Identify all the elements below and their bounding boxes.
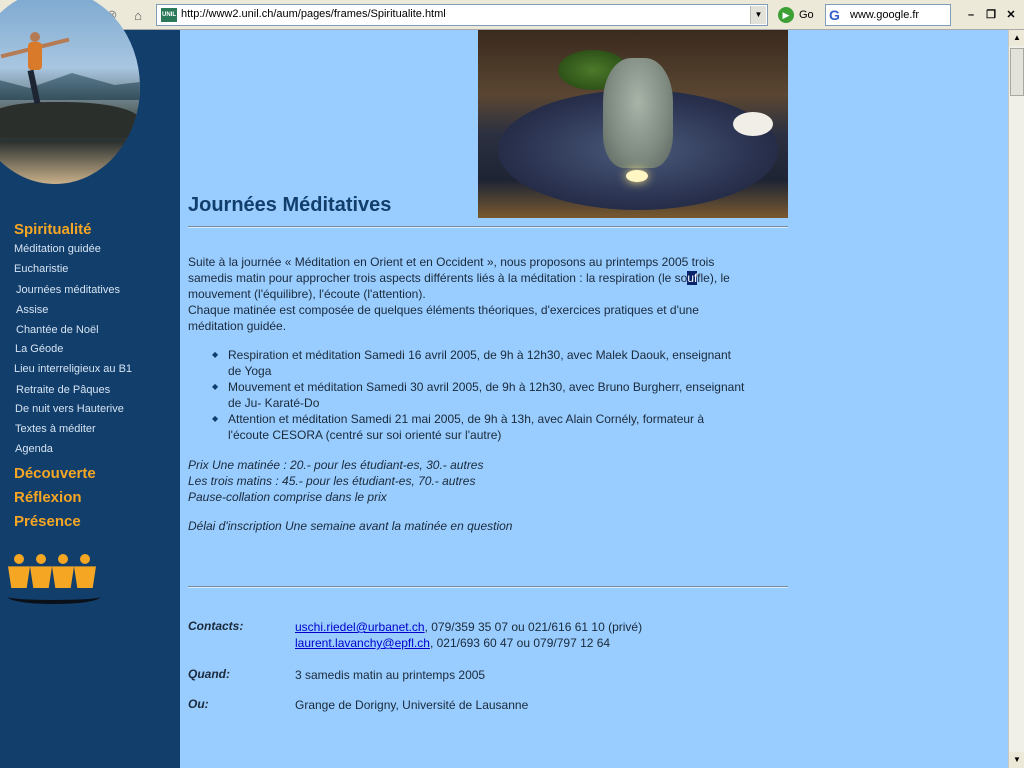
- search-box[interactable]: G www.google.fr: [825, 4, 951, 26]
- email-link[interactable]: laurent.lavanchy@epfl.ch: [295, 636, 430, 650]
- nav-section-decouverte[interactable]: Découverte: [14, 465, 96, 482]
- list-item: Attention et méditation Samedi 21 mai 20…: [210, 411, 790, 443]
- nav-section-spiritualite[interactable]: Spiritualité: [14, 221, 92, 238]
- browser-toolbar: ◀ ▼ ▶ ▼ ↻ ⊗ ⌂ UNIL http://www2.unil.ch/a…: [0, 0, 1024, 30]
- go-button[interactable]: ▶ Go: [778, 5, 814, 25]
- sidebar-item-meditation-guidee[interactable]: Méditation guidée: [14, 243, 101, 255]
- text-selection: uf: [687, 271, 698, 285]
- page-title: Journées Méditatives: [188, 194, 392, 216]
- site-favicon: UNIL: [161, 8, 177, 22]
- when-value: 3 samedis matin au printemps 2005: [295, 668, 486, 682]
- close-icon[interactable]: ✕: [1002, 7, 1020, 23]
- scroll-up-icon[interactable]: ▲: [1009, 30, 1024, 46]
- sidebar-item-chantee-de-noel[interactable]: Chantée de Noël: [16, 324, 99, 336]
- vertical-scrollbar[interactable]: ▲ ▼: [1008, 30, 1024, 768]
- go-icon: ▶: [778, 7, 794, 23]
- search-input[interactable]: www.google.fr: [850, 9, 919, 21]
- sidebar-item-journees-meditatives[interactable]: Journées méditatives: [16, 284, 120, 296]
- sidebar-item-lieu-interreligieux[interactable]: Lieu interreligieux au B1: [14, 363, 132, 375]
- chevron-down-icon[interactable]: ▼: [750, 6, 766, 24]
- sidebar: Spiritualité Méditation guidée Eucharist…: [0, 0, 180, 768]
- contacts-label: Contacts:: [188, 619, 244, 633]
- go-label: Go: [799, 9, 814, 21]
- intro-line: Suite à la journée « Méditation en Orien…: [188, 255, 715, 269]
- when-label: Quand:: [188, 667, 230, 681]
- nav-section-reflexion[interactable]: Réflexion: [14, 489, 82, 506]
- intro-paragraph: Suite à la journée « Méditation en Orien…: [188, 254, 788, 334]
- sidebar-item-agenda[interactable]: Agenda: [15, 443, 53, 455]
- intro-line: méditation guidée.: [188, 319, 287, 333]
- url-text[interactable]: http://www2.unil.ch/aum/pages/frames/Spi…: [181, 8, 446, 20]
- sidebar-item-textes-a-mediter[interactable]: Textes à méditer: [15, 423, 96, 435]
- deadline-info: Délai d'inscription Une semaine avant la…: [188, 519, 513, 533]
- hero-image: [0, 0, 140, 184]
- list-item: Respiration et méditation Samedi 16 avri…: [210, 347, 790, 379]
- buddha-photo: [478, 30, 788, 218]
- intro-line: Chaque matinée est composée de quelques …: [188, 303, 699, 317]
- sidebar-item-retraite-de-paques[interactable]: Retraite de Pâques: [16, 384, 110, 396]
- address-bar[interactable]: UNIL http://www2.unil.ch/aum/pages/frame…: [156, 4, 768, 26]
- main-content: Journées Méditatives Suite à la journée …: [180, 30, 1008, 768]
- intro-line: mouvement (l'équilibre), l'écoute (l'att…: [188, 287, 426, 301]
- intro-line: samedis matin pour approcher trois aspec…: [188, 271, 730, 285]
- minimize-icon[interactable]: –: [962, 7, 980, 23]
- nav-section-presence[interactable]: Présence: [14, 513, 81, 530]
- email-link[interactable]: uschi.riedel@urbanet.ch: [295, 620, 425, 634]
- scroll-down-icon[interactable]: ▼: [1009, 752, 1024, 768]
- price-info: Prix Une matinée : 20.- pour les étudian…: [188, 458, 484, 504]
- home-icon[interactable]: ⌂: [128, 5, 148, 25]
- divider: [188, 226, 788, 228]
- restore-icon[interactable]: ❐: [982, 7, 1000, 23]
- session-list: Respiration et méditation Samedi 16 avri…: [210, 347, 790, 443]
- where-value: Grange de Dorigny, Université de Lausann…: [295, 698, 529, 712]
- sidebar-item-assise[interactable]: Assise: [16, 304, 48, 316]
- where-label: Ou:: [188, 697, 209, 711]
- scroll-thumb[interactable]: [1010, 48, 1024, 96]
- google-icon[interactable]: G: [829, 7, 845, 23]
- sidebar-item-la-geode[interactable]: La Géode: [15, 343, 63, 355]
- people-logo: [6, 548, 102, 604]
- sidebar-item-de-nuit-vers-hauterive[interactable]: De nuit vers Hauterive: [15, 403, 124, 415]
- sidebar-item-eucharistie[interactable]: Eucharistie: [14, 263, 68, 275]
- divider: [188, 586, 788, 588]
- contacts-value: uschi.riedel@urbanet.ch, 079/359 35 07 o…: [295, 620, 643, 650]
- list-item: Mouvement et méditation Samedi 30 avril …: [210, 379, 790, 411]
